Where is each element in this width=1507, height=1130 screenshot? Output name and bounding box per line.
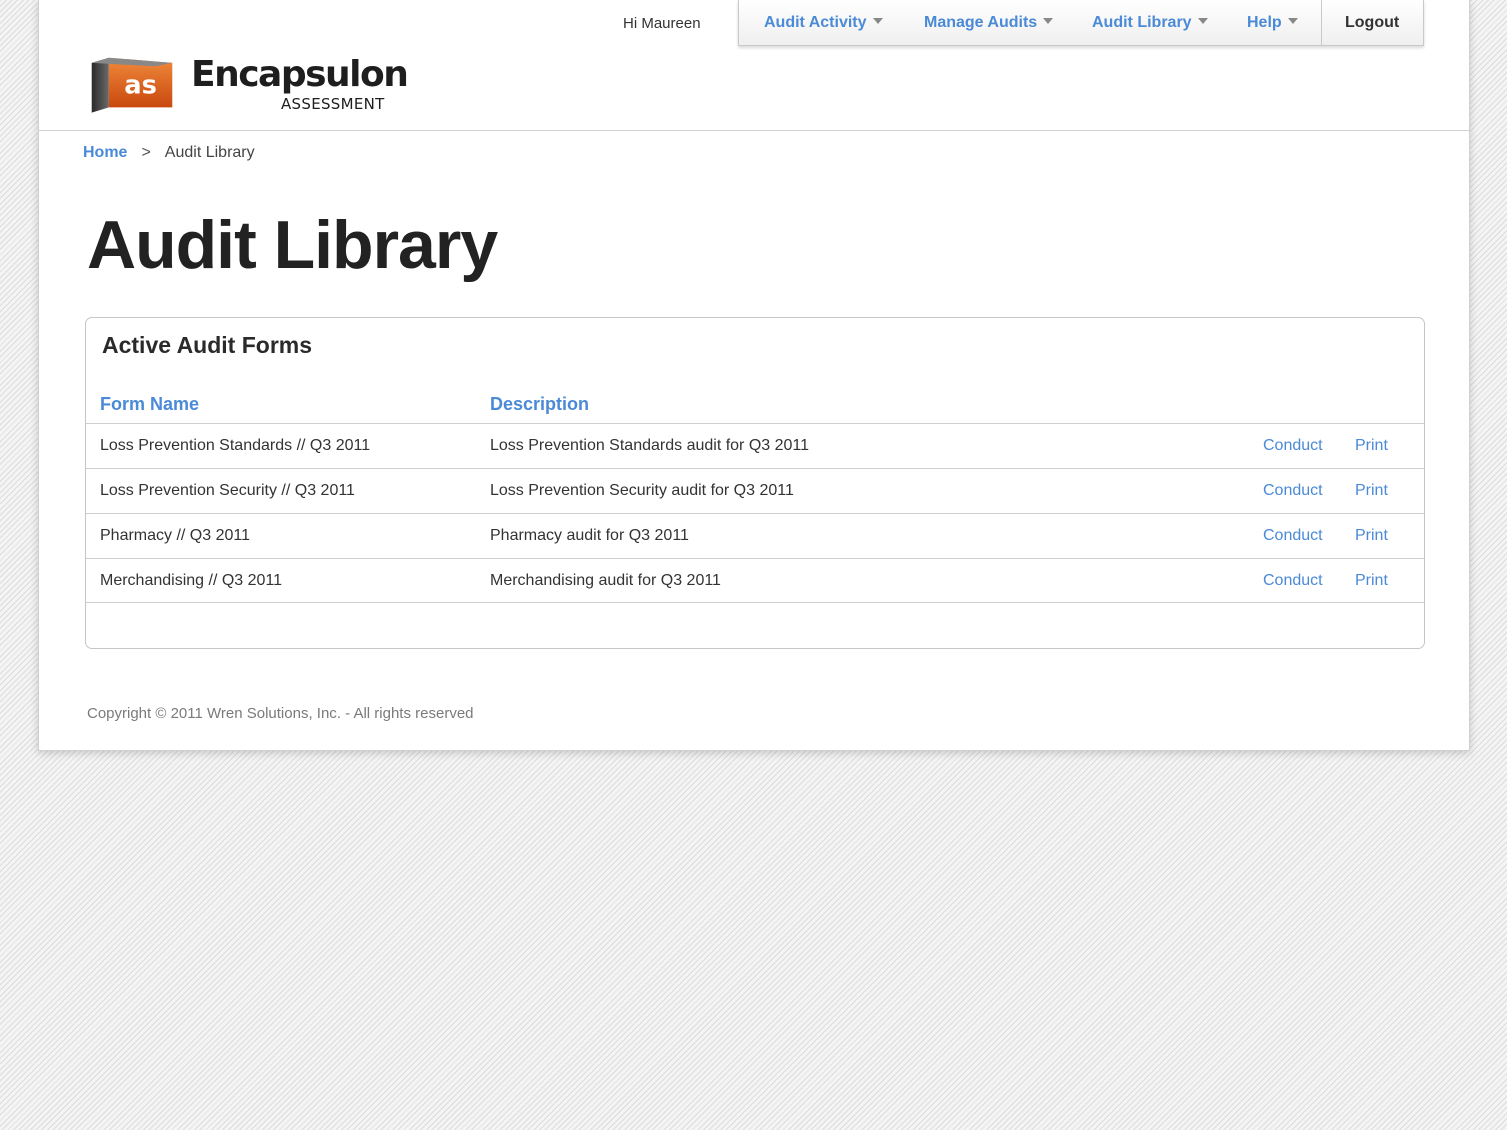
conduct-link[interactable]: Conduct (1263, 527, 1323, 545)
logo-text: Encapsulon (191, 54, 409, 95)
column-header-description[interactable]: Description (490, 394, 589, 415)
form-name: Merchandising // Q3 2011 (100, 572, 283, 589)
nav-help[interactable]: Help (1247, 14, 1298, 32)
column-header-form-name[interactable]: Form Name (100, 394, 199, 415)
nav-label: Audit Library (1092, 14, 1192, 31)
table-row: Loss Prevention Security // Q3 2011 Loss… (86, 468, 1424, 513)
logo-subtext: ASSESSMENT (281, 95, 385, 113)
breadcrumb-current: Audit Library (164, 144, 255, 161)
table-row: Loss Prevention Standards // Q3 2011 Los… (86, 423, 1424, 468)
chevron-down-icon (1197, 18, 1208, 24)
conduct-link[interactable]: Conduct (1263, 482, 1323, 500)
nav-manage-audits[interactable]: Manage Audits (924, 14, 1054, 32)
form-name: Loss Prevention Standards // Q3 2011 (100, 437, 371, 454)
chevron-down-icon (872, 18, 883, 24)
nav-audit-library[interactable]: Audit Library (1092, 14, 1208, 32)
chevron-down-icon (1287, 18, 1298, 24)
conduct-link[interactable]: Conduct (1263, 572, 1323, 590)
breadcrumb: Home > Audit Library (83, 144, 255, 162)
conduct-link[interactable]: Conduct (1263, 437, 1323, 455)
form-description: Loss Prevention Security audit for Q3 20… (490, 482, 794, 499)
form-name: Pharmacy // Q3 2011 (100, 527, 250, 544)
logout-button[interactable]: Logout (1345, 14, 1399, 32)
print-link[interactable]: Print (1355, 437, 1388, 455)
breadcrumb-home-link[interactable]: Home (83, 144, 127, 161)
table-row: Pharmacy // Q3 2011 Pharmacy audit for Q… (86, 513, 1424, 558)
panel-title: Active Audit Forms (102, 332, 313, 358)
main-nav: Audit Activity Manage Audits Audit Libra… (738, 0, 1424, 46)
table-row: Merchandising // Q3 2011 Merchandising a… (86, 558, 1424, 603)
logo-badge-icon: as (91, 57, 173, 113)
svg-text:as: as (124, 71, 157, 101)
nav-label: Manage Audits (924, 14, 1038, 31)
print-link[interactable]: Print (1355, 572, 1388, 590)
nav-divider (1321, 0, 1322, 46)
header: as Encapsulon ASSESSMENT Hi Maureen Audi… (39, 0, 1469, 131)
page-title: Audit Library (87, 207, 498, 283)
print-link[interactable]: Print (1355, 482, 1388, 500)
form-description: Merchandising audit for Q3 2011 (490, 572, 721, 589)
active-audit-forms-panel: Active Audit Forms Form Name Description… (85, 317, 1425, 649)
nav-label: Audit Activity (764, 14, 867, 31)
nav-label: Help (1247, 14, 1282, 31)
page-container: as Encapsulon ASSESSMENT Hi Maureen Audi… (38, 0, 1470, 751)
nav-audit-activity[interactable]: Audit Activity (764, 14, 883, 32)
user-greeting: Hi Maureen (623, 15, 701, 32)
form-description: Pharmacy audit for Q3 2011 (490, 527, 689, 544)
breadcrumb-separator: > (141, 144, 151, 161)
audit-forms-table: Loss Prevention Standards // Q3 2011 Los… (86, 423, 1424, 603)
copyright-footer: Copyright © 2011 Wren Solutions, Inc. - … (87, 705, 474, 722)
form-name: Loss Prevention Security // Q3 2011 (100, 482, 355, 499)
form-description: Loss Prevention Standards audit for Q3 2… (490, 437, 810, 454)
logo[interactable]: as Encapsulon ASSESSMENT (83, 50, 409, 130)
chevron-down-icon (1043, 18, 1054, 24)
print-link[interactable]: Print (1355, 527, 1388, 545)
